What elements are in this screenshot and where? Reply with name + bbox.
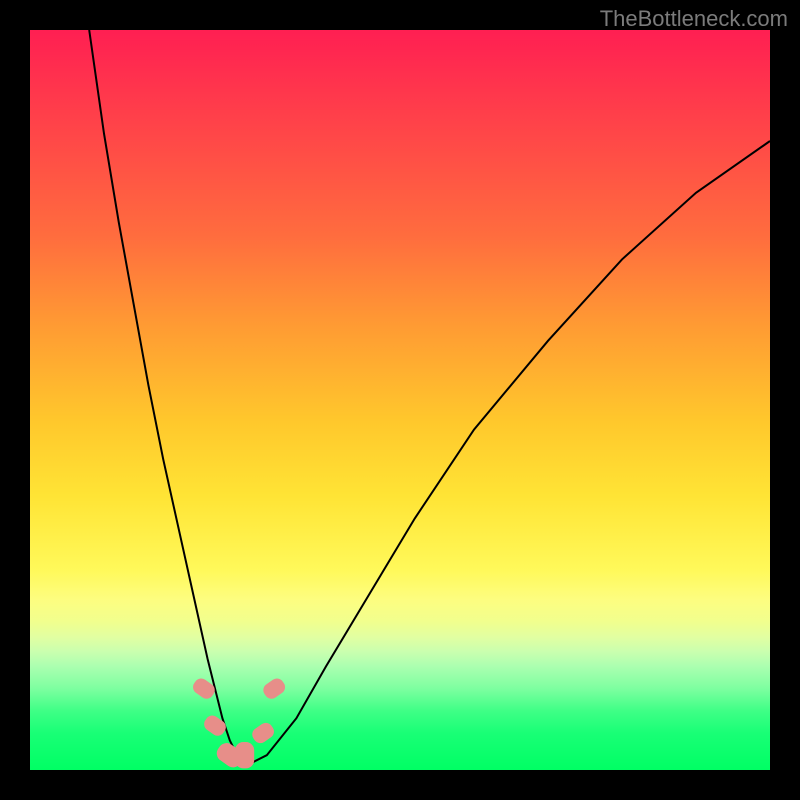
chart-frame: TheBottleneck.com	[0, 0, 800, 800]
curve-marker	[201, 713, 228, 739]
watermark-text: TheBottleneck.com	[600, 6, 788, 32]
bottleneck-curve	[89, 30, 770, 763]
plot-area	[30, 30, 770, 770]
curve-marker	[250, 720, 277, 746]
curve-marker	[261, 676, 288, 702]
curve-marker	[235, 742, 254, 768]
marker-group	[190, 676, 287, 771]
curve-svg	[30, 30, 770, 770]
